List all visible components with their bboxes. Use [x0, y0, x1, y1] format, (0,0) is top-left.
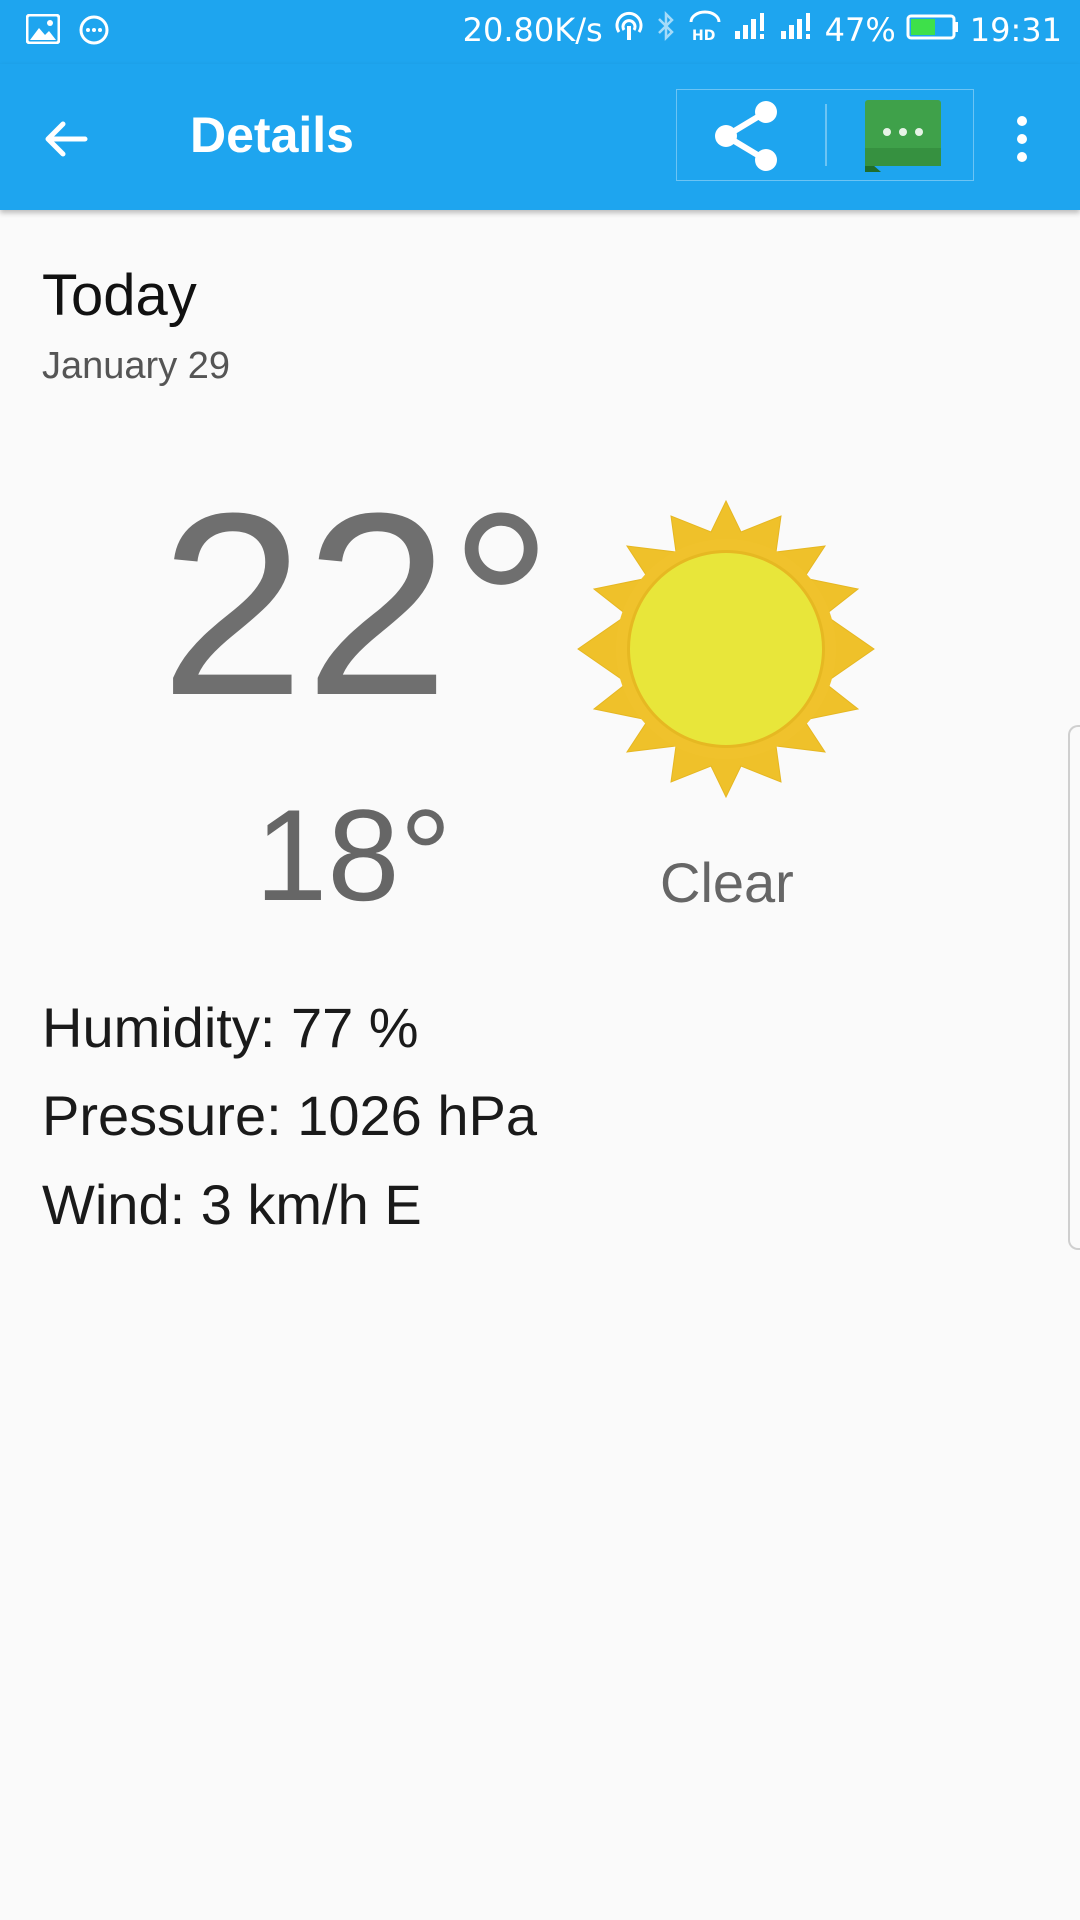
page-title: Details — [190, 107, 354, 163]
gallery-icon — [25, 13, 61, 54]
sun-icon — [577, 499, 875, 799]
status-right-icons: 20.80K/s HD 47% 19:31 — [463, 10, 1062, 50]
more-options-button[interactable] — [1000, 104, 1044, 174]
high-temperature: 22° — [160, 460, 554, 750]
more-vertical-icon — [1017, 116, 1027, 162]
hotspot-icon — [613, 10, 645, 50]
hangouts-message-button[interactable] — [863, 98, 943, 178]
status-bar: 20.80K/s HD 47% 19:31 — [0, 0, 1080, 64]
battery-percent: 47% — [824, 11, 896, 49]
action-divider — [825, 104, 827, 166]
hd-call-icon: HD — [687, 10, 723, 50]
action-group — [676, 89, 974, 181]
back-button[interactable] — [30, 104, 100, 174]
back-arrow-icon — [45, 121, 88, 157]
battery-icon — [906, 11, 960, 49]
bluetooth-icon — [655, 10, 677, 50]
low-temperature: 18° — [255, 782, 452, 928]
app-bar: Details — [0, 64, 1080, 210]
date-label: January 29 — [42, 345, 231, 387]
signal-icon — [733, 11, 769, 49]
chat-bubble-icon — [78, 14, 110, 54]
svg-text:HD: HD — [692, 28, 715, 42]
condition-label: Clear — [660, 851, 794, 914]
status-left-icons — [25, 13, 110, 54]
pressure-text: Pressure: 1026 hPa — [42, 1084, 537, 1147]
hangouts-message-icon — [865, 100, 941, 172]
share-button[interactable] — [707, 98, 787, 174]
share-icon — [715, 101, 777, 171]
network-speed: 20.80K/s — [462, 11, 603, 49]
signal-icon — [779, 11, 815, 49]
wind-text: Wind: 3 km/h E — [42, 1173, 422, 1236]
humidity-text: Humidity: 77 % — [42, 996, 419, 1059]
clock: 19:31 — [969, 11, 1062, 49]
day-label: Today — [42, 263, 197, 328]
scrollbar[interactable] — [1068, 725, 1080, 1250]
